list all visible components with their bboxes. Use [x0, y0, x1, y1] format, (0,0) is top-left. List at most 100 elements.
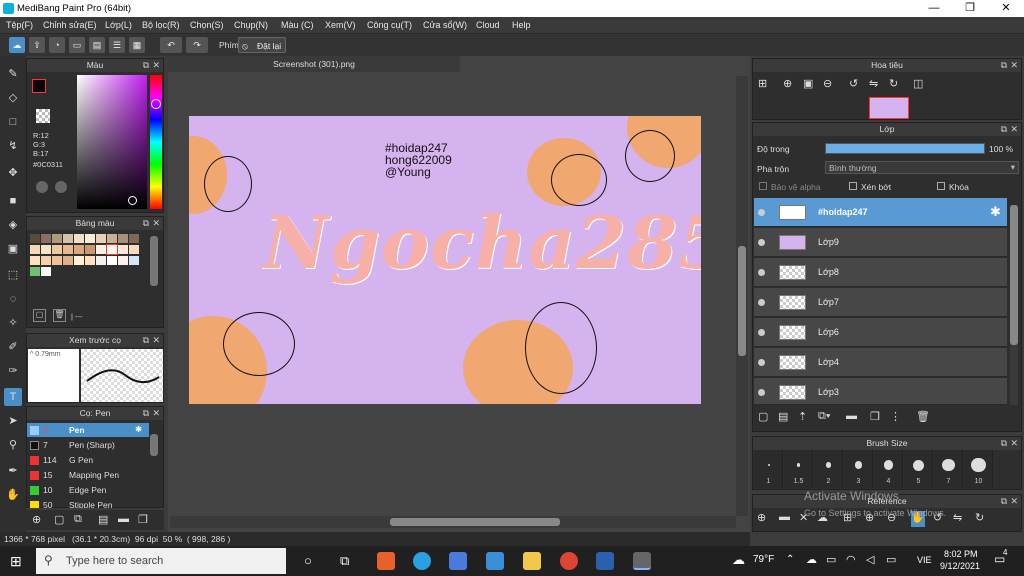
- expand-icon[interactable]: ⧉: [143, 335, 149, 346]
- zoom-fit-icon[interactable]: ⊞: [843, 511, 852, 524]
- menu-select[interactable]: Chọn(S): [190, 20, 224, 30]
- color-swatch[interactable]: [85, 256, 95, 265]
- dropper-tool-icon[interactable]: ⚲: [4, 436, 22, 454]
- zoom-in-icon[interactable]: ⊕: [865, 511, 874, 524]
- brush-size-cell[interactable]: 5: [904, 450, 933, 488]
- close-icon[interactable]: ✕: [152, 335, 160, 346]
- new-palette-icon[interactable]: ▢: [33, 309, 46, 322]
- hand-tool-icon[interactable]: ✋: [4, 486, 22, 504]
- layer-row[interactable]: Lớp7: [754, 288, 1007, 317]
- layer-row[interactable]: Lớp9: [754, 228, 1007, 257]
- menu-tools[interactable]: Công cụ(T): [367, 20, 412, 30]
- close-icon[interactable]: ✕: [152, 60, 160, 71]
- trash-icon[interactable]: 🗑: [53, 309, 66, 322]
- vertical-scrollbar[interactable]: [736, 76, 748, 516]
- menu-color[interactable]: Màu (C): [281, 20, 314, 30]
- merge-icon[interactable]: ⇡: [798, 410, 807, 423]
- expand-icon[interactable]: ⧉: [143, 60, 149, 71]
- flip-icon[interactable]: ⇋: [953, 511, 962, 524]
- color-swatch[interactable]: [107, 256, 117, 265]
- brush-scrollbar[interactable]: [150, 434, 158, 456]
- expand-icon[interactable]: ⧉: [1001, 438, 1007, 449]
- eye-icon[interactable]: [758, 359, 765, 366]
- reset-view-icon[interactable]: ◫: [913, 77, 923, 90]
- palette-scrollbar[interactable]: [150, 236, 158, 286]
- menu-help[interactable]: Help: [512, 20, 531, 30]
- brush-size-cell[interactable]: 1: [754, 450, 783, 488]
- select-eraser-icon[interactable]: ✑: [4, 362, 22, 380]
- color-swatch[interactable]: [63, 256, 73, 265]
- eye-icon[interactable]: [758, 209, 765, 216]
- mail-icon[interactable]: [486, 552, 504, 570]
- color-swatch[interactable]: [52, 256, 62, 265]
- brush-size-cell[interactable]: 3: [844, 450, 873, 488]
- rotate-left-icon[interactable]: ↺: [849, 77, 858, 90]
- color-swatch[interactable]: [96, 234, 106, 243]
- redo-icon[interactable]: ↷: [186, 37, 208, 53]
- blend-mode-select[interactable]: Bình thường ▾: [825, 161, 1019, 174]
- select-pen-icon[interactable]: ✐: [4, 338, 22, 356]
- color-swatch[interactable]: [118, 245, 128, 254]
- color-swatch[interactable]: [106, 244, 118, 255]
- color-swatch[interactable]: [74, 234, 84, 243]
- volume-icon[interactable]: ◁: [866, 553, 874, 566]
- layer-row[interactable]: #hoidap247 ✱: [754, 198, 1007, 227]
- expand-icon[interactable]: ⧉: [1001, 60, 1007, 71]
- line-tool-icon[interactable]: ↯: [4, 137, 22, 155]
- task-view-icon[interactable]: ⧉: [340, 553, 349, 569]
- eyedropper-icon[interactable]: ✒: [4, 462, 22, 480]
- menu-layer[interactable]: Lớp(L): [105, 20, 132, 30]
- color-swatch[interactable]: [96, 245, 106, 254]
- layer-row[interactable]: Lớp6: [754, 318, 1007, 347]
- magic-wand-icon[interactable]: ✧: [4, 314, 22, 332]
- folder-icon[interactable]: ▬: [779, 511, 790, 523]
- brush-item[interactable]: 114 G Pen: [27, 453, 149, 467]
- color-swatch[interactable]: [52, 245, 62, 254]
- flip-icon[interactable]: ⇋: [869, 77, 878, 90]
- gradient-tool-icon[interactable]: ▣: [4, 240, 22, 258]
- color-swatch[interactable]: [96, 256, 106, 265]
- lasso-tool-icon[interactable]: ◌: [4, 290, 22, 308]
- list-icon[interactable]: ☰: [109, 37, 125, 53]
- eye-icon[interactable]: [758, 239, 765, 246]
- horizontal-scroll-thumb[interactable]: [390, 518, 560, 526]
- color-swatch[interactable]: [41, 256, 51, 265]
- undo-icon[interactable]: ↶: [160, 37, 182, 53]
- vertical-scroll-thumb[interactable]: [738, 246, 746, 356]
- expand-icon[interactable]: ⧉: [143, 408, 149, 419]
- select-tool-icon[interactable]: ⬚: [4, 266, 22, 284]
- clip-checkbox[interactable]: [849, 182, 857, 190]
- brush-size-cell[interactable]: 1.5: [784, 450, 813, 488]
- menu-cloud[interactable]: Cloud: [476, 20, 500, 30]
- comment-icon[interactable]: ◔: [49, 37, 65, 53]
- zoom-in-icon[interactable]: ⊕: [783, 77, 792, 90]
- eraser-tool-icon[interactable]: ◇: [4, 89, 22, 107]
- cloud-icon[interactable]: ☁: [9, 37, 25, 53]
- artwork-canvas[interactable]: #hoidap247 hong622009 @Young Ngocha285: [189, 116, 701, 404]
- color-swatch[interactable]: [74, 245, 84, 254]
- color-swatch[interactable]: [129, 245, 139, 254]
- close-icon[interactable]: ✕: [152, 408, 160, 419]
- color-swatch[interactable]: [63, 234, 73, 243]
- chat-icon[interactable]: ▭: [69, 37, 85, 53]
- file-explorer-icon[interactable]: [523, 552, 541, 570]
- brush-size-cell[interactable]: 7: [934, 450, 963, 488]
- operation-tool-icon[interactable]: ➤: [4, 412, 22, 430]
- grid-icon[interactable]: ▦: [129, 37, 145, 53]
- add-brush-icon[interactable]: ⊕: [32, 513, 41, 526]
- share-icon[interactable]: ⇪: [29, 37, 45, 53]
- color-swatch[interactable]: [74, 256, 84, 265]
- close-icon[interactable]: ✕: [1010, 60, 1018, 71]
- close-icon[interactable]: ✕: [799, 511, 808, 524]
- cloud-icon[interactable]: ☁: [817, 511, 828, 524]
- expand-icon[interactable]: ⧉: [1001, 496, 1007, 507]
- palette-menu[interactable]: | ---: [71, 312, 83, 321]
- eye-icon[interactable]: [758, 299, 765, 306]
- transparent-color[interactable]: [36, 109, 50, 123]
- close-icon[interactable]: ✕: [1010, 496, 1018, 507]
- color-swatch[interactable]: [30, 234, 40, 243]
- chrome-icon[interactable]: [560, 552, 578, 570]
- menu-window[interactable]: Cửa sổ(W): [423, 20, 467, 30]
- language[interactable]: VIE: [917, 555, 932, 565]
- zoom-fit-icon[interactable]: ⊞: [758, 77, 767, 90]
